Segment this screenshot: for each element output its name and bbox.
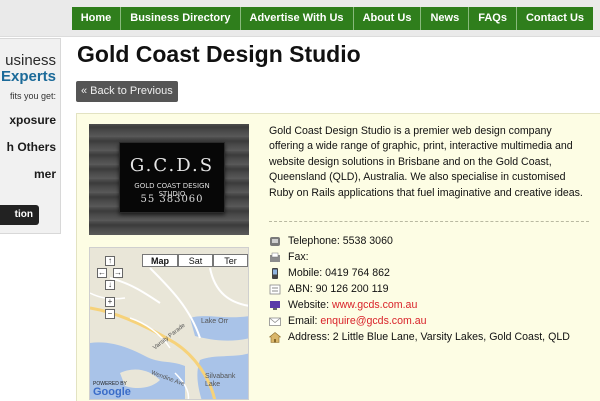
nav-faqs[interactable]: FAQs bbox=[468, 7, 516, 30]
website-link[interactable]: www.gcds.com.au bbox=[332, 299, 417, 311]
nav-home[interactable]: Home bbox=[71, 7, 121, 30]
map-label-lake-orr: Lake Orr bbox=[201, 318, 229, 325]
map-type-map-button[interactable]: Map bbox=[142, 254, 178, 267]
nav-business-directory[interactable]: Business Directory bbox=[120, 7, 240, 30]
nav-news[interactable]: News bbox=[420, 7, 469, 30]
website-icon bbox=[270, 301, 280, 310]
divider bbox=[269, 221, 589, 222]
email-link[interactable]: enquire@gcds.com.au bbox=[320, 315, 426, 327]
promo-heading-line2: Experts bbox=[0, 68, 56, 85]
telephone-icon bbox=[270, 237, 280, 246]
nav-about-us[interactable]: About Us bbox=[352, 7, 421, 30]
plaque-number: 55 383060 bbox=[140, 194, 204, 205]
mobile-text: Mobile: 0419 764 862 bbox=[288, 267, 390, 279]
address-text: Address: 2 Little Blue Lane, Varsity Lak… bbox=[288, 331, 570, 343]
promo-benefit: xposure bbox=[9, 113, 56, 127]
main-nav: Home Business Directory Advertise With U… bbox=[71, 7, 593, 30]
zoom-in-icon[interactable]: + bbox=[105, 297, 115, 307]
fax-icon bbox=[270, 252, 280, 262]
map-type-ter-button[interactable]: Ter bbox=[213, 254, 248, 267]
sidebar-promo: usiness Experts fits you get: xposure h … bbox=[0, 38, 61, 234]
nav-contact-us[interactable]: Contact Us bbox=[515, 7, 593, 30]
map-type-sat-button[interactable]: Sat bbox=[178, 254, 213, 267]
abn-text: ABN: 90 126 200 119 bbox=[288, 283, 389, 295]
google-logo: Google bbox=[93, 386, 131, 398]
business-description: Gold Coast Design Studio is a premier we… bbox=[269, 125, 583, 199]
email-icon bbox=[269, 317, 281, 326]
pan-left-icon[interactable]: ← bbox=[97, 268, 107, 278]
abn-icon bbox=[269, 284, 281, 295]
promo-benefit: mer bbox=[33, 167, 56, 181]
mobile-icon bbox=[272, 268, 278, 279]
back-button[interactable]: « Back to Previous bbox=[76, 81, 178, 102]
plaque-initials: G.C.D.S bbox=[129, 155, 215, 176]
pan-right-icon[interactable]: → bbox=[113, 268, 123, 278]
promo-button[interactable]: tion bbox=[0, 205, 39, 225]
promo-subtext: fits you get: bbox=[9, 91, 56, 101]
map-label-silvabank-lake: Silvabank Lake bbox=[205, 373, 236, 388]
website-label: Website: bbox=[288, 299, 332, 311]
telephone-text: Telephone: 5538 3060 bbox=[288, 235, 393, 247]
nav-advertise[interactable]: Advertise With Us bbox=[239, 7, 353, 30]
zoom-out-icon[interactable]: − bbox=[105, 309, 115, 319]
fax-text: Fax: bbox=[288, 251, 309, 263]
location-map[interactable]: Map Sat Ter ↑ ← → ↓ + − Lake Orr Varsity… bbox=[89, 247, 249, 400]
pan-down-icon[interactable]: ↓ bbox=[105, 280, 115, 290]
top-bar: Home Business Directory Advertise With U… bbox=[0, 0, 600, 37]
business-sign-plaque: G.C.D.S GOLD COAST DESIGN STUDIO 55 3830… bbox=[119, 142, 225, 213]
promo-heading-line1: usiness bbox=[5, 52, 56, 69]
promo-benefit: h Others bbox=[6, 140, 56, 154]
pan-up-icon[interactable]: ↑ bbox=[105, 256, 115, 266]
address-icon bbox=[269, 332, 281, 343]
business-photo: G.C.D.S GOLD COAST DESIGN STUDIO 55 3830… bbox=[89, 124, 249, 235]
page-title: Gold Coast Design Studio bbox=[77, 41, 361, 67]
email-label: Email: bbox=[288, 315, 321, 327]
